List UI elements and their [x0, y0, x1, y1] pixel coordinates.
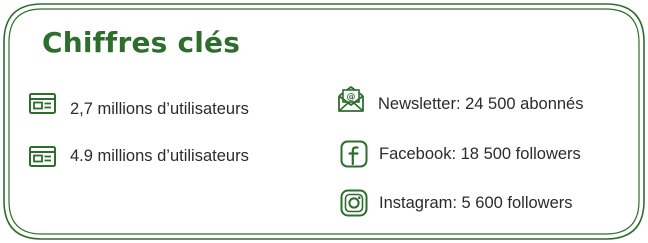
stat-users-1: 2,7 millions d’utilisateurs [28, 88, 249, 118]
newsletter-envelope-icon: @ [336, 84, 366, 114]
stat-newsletter: @ Newsletter: 24 500 abonnés [336, 84, 583, 114]
stat-label: Facebook: 18 500 followers [379, 144, 581, 163]
stat-label: Instagram: 5 600 followers [379, 193, 573, 212]
browser-window-icon [28, 141, 58, 171]
page-title: Chiffres clés [42, 26, 241, 59]
stat-label: 2,7 millions d’utilisateurs [70, 99, 249, 118]
instagram-icon [339, 188, 369, 218]
svg-text:@: @ [347, 93, 356, 103]
stat-users-2: 4.9 millions d’utilisateurs [28, 141, 249, 171]
stat-facebook: Facebook: 18 500 followers [339, 139, 581, 169]
stat-label: Newsletter: 24 500 abonnés [378, 94, 584, 113]
stat-label: 4.9 millions d’utilisateurs [70, 146, 249, 165]
browser-window-icon [28, 88, 58, 118]
stat-instagram: Instagram: 5 600 followers [339, 188, 573, 218]
facebook-icon [339, 139, 369, 169]
